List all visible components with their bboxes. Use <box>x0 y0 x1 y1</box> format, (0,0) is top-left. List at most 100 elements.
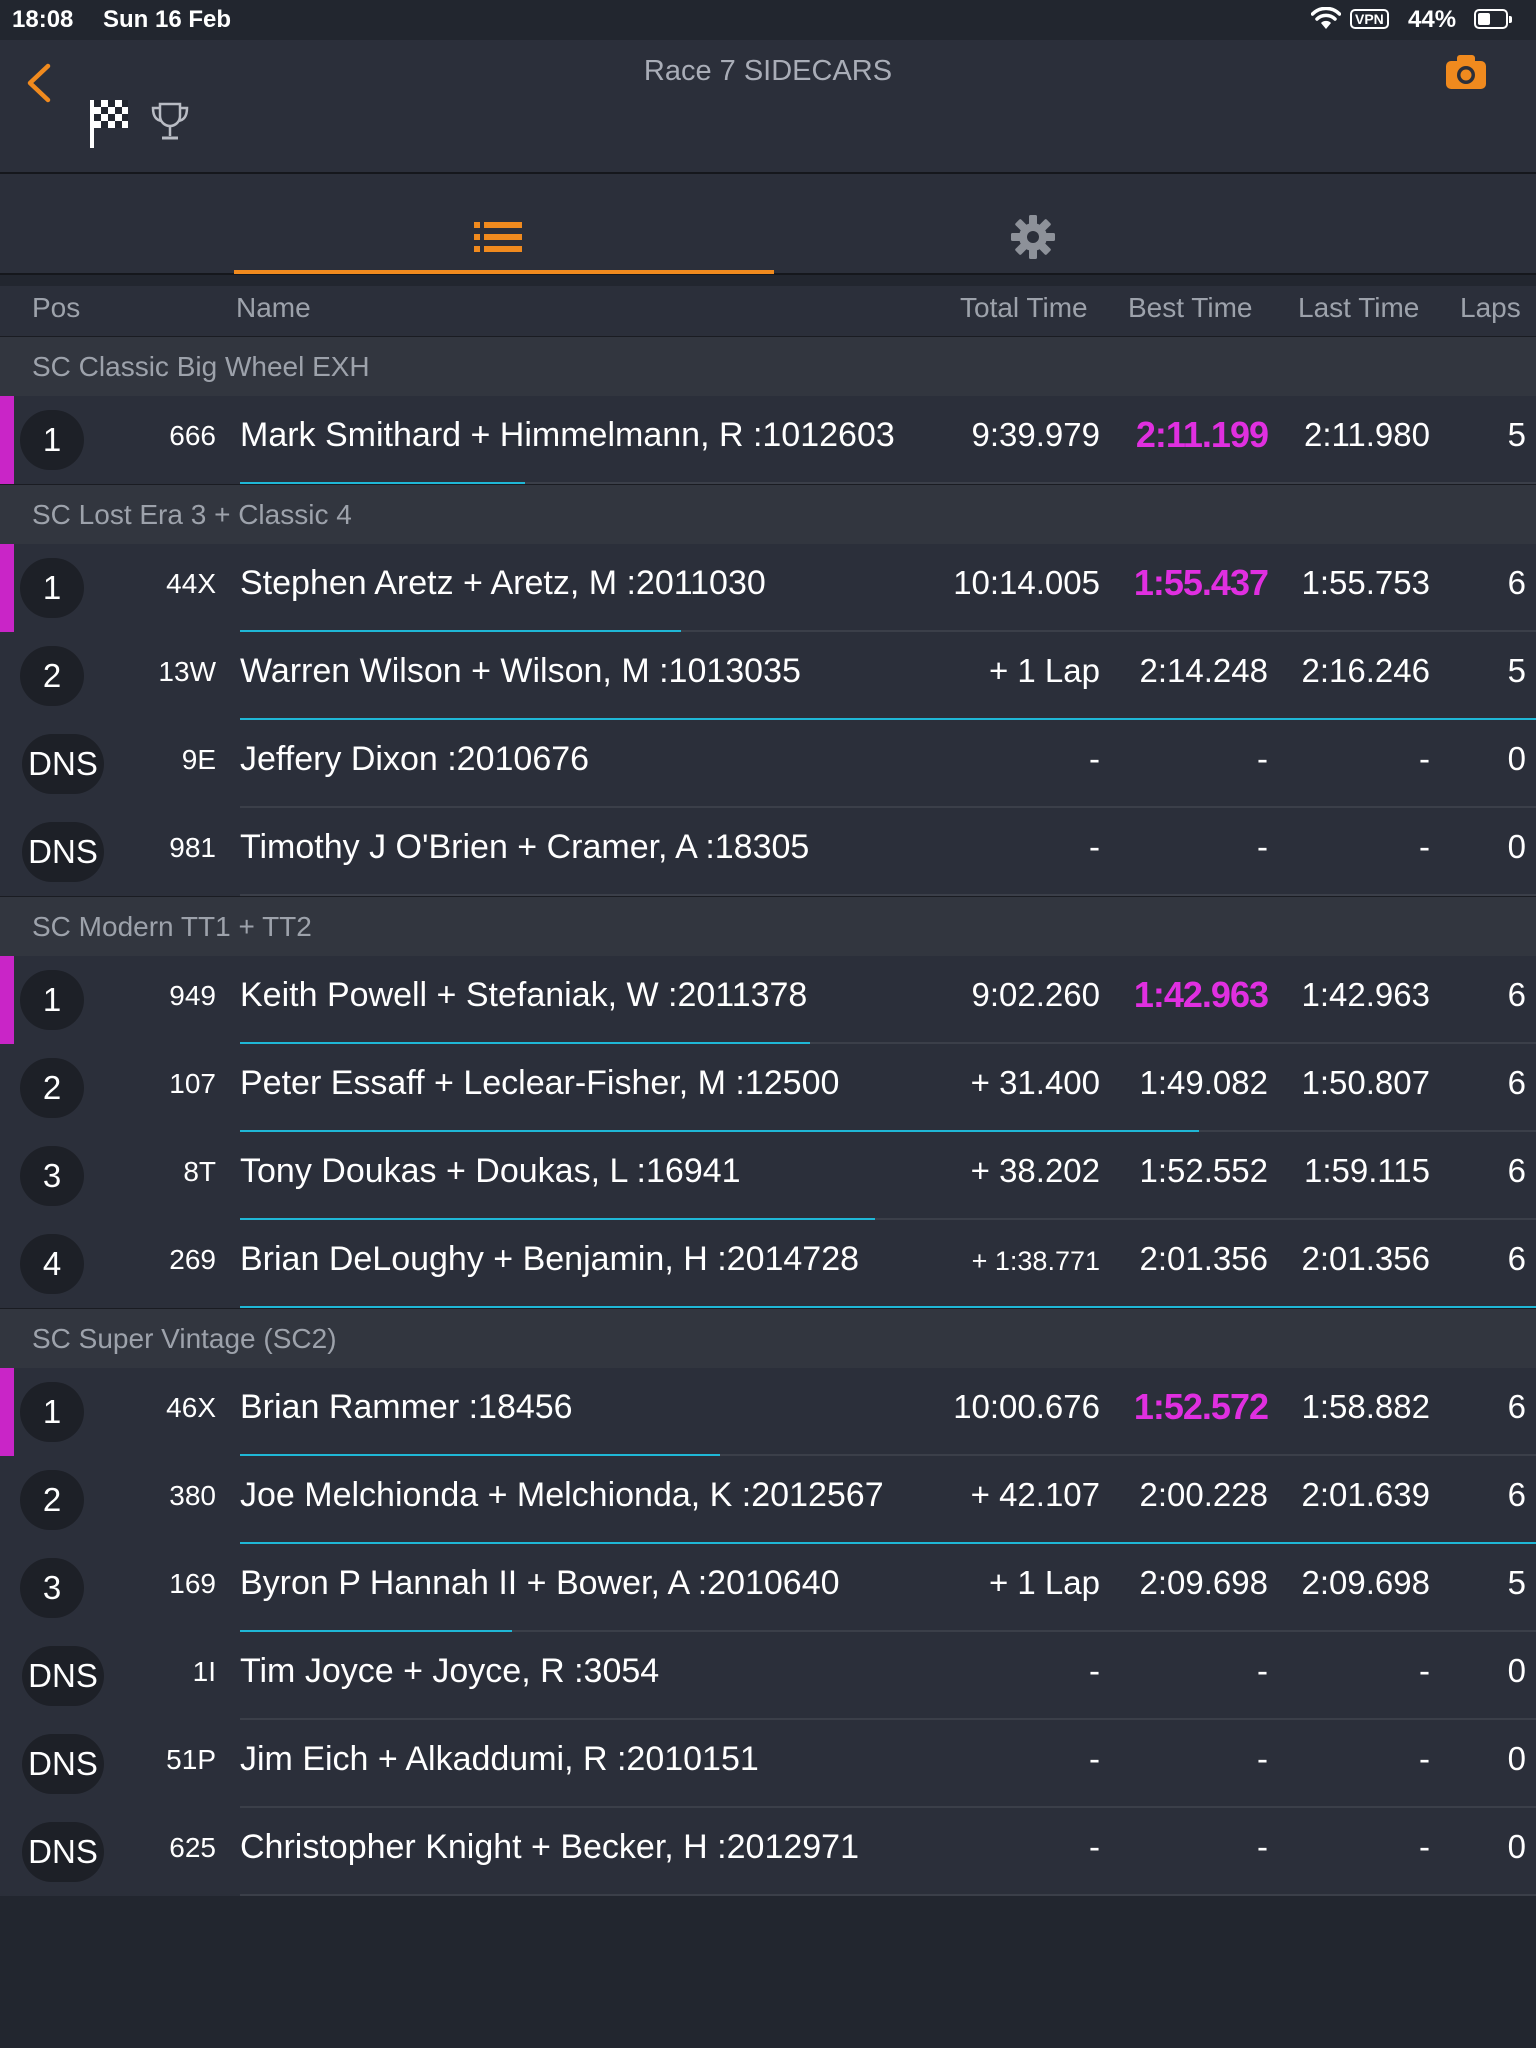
position-badge: DNS <box>22 822 104 882</box>
lap-progress-bar <box>240 1306 1536 1308</box>
trophy-button[interactable] <box>150 100 190 149</box>
last-time: - <box>1419 1652 1430 1689</box>
column-laps[interactable]: Laps <box>1460 292 1521 324</box>
header: Race 7 SIDECARS <box>0 40 1536 174</box>
total-time: 10:14.005 <box>953 564 1100 601</box>
class-leader-marker <box>0 396 14 484</box>
last-time: 2:11.980 <box>1303 416 1430 453</box>
column-name[interactable]: Name <box>236 292 311 324</box>
best-time: - <box>1257 1740 1268 1777</box>
last-time: 1:55.753 <box>1301 564 1430 601</box>
laps-count: 0 <box>1507 1740 1526 1777</box>
laps-count: 6 <box>1507 1388 1526 1425</box>
total-time: - <box>1089 1652 1100 1689</box>
status-date: Sun 16 Feb <box>103 6 232 33</box>
column-best-time[interactable]: Best Time <box>1128 292 1252 324</box>
position-badge: 2 <box>20 1058 84 1118</box>
race-number: 169 <box>169 1568 216 1599</box>
table-row[interactable]: 1 44X Stephen Aretz + Aretz, M :2011030 10:… <box>0 544 1536 632</box>
position-badge: 4 <box>20 1234 84 1294</box>
total-time: + 1 Lap <box>988 652 1100 689</box>
total-time: - <box>1089 828 1100 865</box>
table-row[interactable]: 1 949 Keith Powell + Stefaniak, W :2011378… <box>0 956 1536 1044</box>
last-time: 1:42.963 <box>1301 976 1430 1013</box>
table-row[interactable]: DNS 981 Timothy J O'Brien + Cramer, A :183… <box>0 808 1536 896</box>
tab-settings[interactable] <box>774 174 1314 274</box>
race-number: 46X <box>166 1392 216 1423</box>
status-bar: 18:08 Sun 16 Feb VPN 44% <box>0 0 1536 40</box>
rider-name: Timothy J O'Brien + Cramer, A :18305 <box>240 828 810 866</box>
table-row[interactable]: 1 666 Mark Smithard + Himmelmann, R :10126… <box>0 396 1536 484</box>
last-time: - <box>1419 1740 1430 1777</box>
table-row[interactable]: DNS 9E Jeffery Dixon :2010676 - - - 0 <box>0 720 1536 808</box>
laps-count: 0 <box>1507 740 1526 777</box>
rider-name: Joe Melchionda + Melchionda, K :2012567 <box>240 1476 884 1514</box>
table-row[interactable]: 4 269 Brian DeLoughy + Benjamin, H :201472… <box>0 1220 1536 1308</box>
battery-percent: 44% <box>1408 6 1457 33</box>
column-last-time[interactable]: Last Time <box>1298 292 1419 324</box>
wifi-icon <box>1310 6 1342 36</box>
column-pos[interactable]: Pos <box>32 292 80 324</box>
best-time: - <box>1257 1828 1268 1865</box>
best-time: - <box>1257 828 1268 865</box>
race-number: 1I <box>192 1656 216 1687</box>
laps-count: 6 <box>1507 1064 1526 1101</box>
position-badge: DNS <box>22 1822 104 1882</box>
last-time: - <box>1419 740 1430 777</box>
class-header: SC Classic Big Wheel EXH <box>0 336 1536 396</box>
best-time: 2:00.228 <box>1139 1476 1268 1513</box>
best-time: 1:52.572 <box>1133 1386 1269 1427</box>
race-number: 107 <box>169 1068 216 1099</box>
position-badge: DNS <box>22 1734 104 1794</box>
laps-count: 5 <box>1507 416 1526 453</box>
table-row[interactable]: DNS 1I Tim Joyce + Joyce, R :3054 - - - 0 <box>0 1632 1536 1720</box>
camera-button[interactable] <box>1444 53 1488 96</box>
laps-count: 6 <box>1507 1476 1526 1513</box>
battery-icon <box>1474 9 1512 29</box>
rider-name: Jeffery Dixon :2010676 <box>240 740 590 778</box>
checkered-flag-button[interactable] <box>86 96 132 155</box>
position-badge: 2 <box>20 646 84 706</box>
total-time: + 1 Lap <box>988 1564 1100 1601</box>
table-row[interactable]: 3 8T Tony Doukas + Doukas, L :16941 + 38.20… <box>0 1132 1536 1220</box>
race-number: 8T <box>183 1156 216 1187</box>
total-time: + 38.202 <box>970 1152 1100 1189</box>
table-row[interactable]: 2 380 Joe Melchionda + Melchionda, K :2012… <box>0 1456 1536 1544</box>
table-row[interactable]: 2 107 Peter Essaff + Leclear-Fisher, M :12… <box>0 1044 1536 1132</box>
laps-count: 6 <box>1507 1240 1526 1277</box>
rider-name: Tim Joyce + Joyce, R :3054 <box>240 1652 660 1690</box>
race-number: 9E <box>181 744 216 775</box>
race-number: 625 <box>169 1832 216 1863</box>
table-row[interactable]: 3 169 Byron P Hannah II + Bower, A :201064… <box>0 1544 1536 1632</box>
best-time: - <box>1257 740 1268 777</box>
total-time: 9:39.979 <box>971 416 1100 453</box>
table-row[interactable]: 2 13W Warren Wilson + Wilson, M :1013035 + … <box>0 632 1536 720</box>
best-time: 1:52.552 <box>1139 1152 1268 1189</box>
class-header: SC Modern TT1 + TT2 <box>0 896 1536 956</box>
page-title: Race 7 SIDECARS <box>643 55 893 87</box>
laps-count: 5 <box>1507 652 1526 689</box>
table-row[interactable]: 1 46X Brian Rammer :18456 10:00.676 1:52.572… <box>0 1368 1536 1456</box>
column-total-time[interactable]: Total Time <box>960 292 1088 324</box>
status-time: 18:08 <box>12 6 74 33</box>
tab-results-list[interactable] <box>234 174 774 274</box>
rider-name: Keith Powell + Stefaniak, W :2011378 <box>240 976 808 1014</box>
last-time: 2:01.356 <box>1301 1240 1430 1277</box>
position-badge: 1 <box>20 1382 84 1442</box>
last-time: 2:16.246 <box>1301 652 1430 689</box>
table-row[interactable]: DNS 625 Christopher Knight + Becker, H :20… <box>0 1808 1536 1896</box>
rider-name: Jim Eich + Alkaddumi, R :2010151 <box>240 1740 759 1778</box>
total-time: - <box>1089 1740 1100 1777</box>
last-time: 2:09.698 <box>1301 1564 1430 1601</box>
laps-count: 6 <box>1507 976 1526 1013</box>
best-time: 1:55.437 <box>1133 562 1269 603</box>
gear-icon <box>1010 214 1056 265</box>
position-badge: 3 <box>20 1558 84 1618</box>
laps-count: 6 <box>1507 1152 1526 1189</box>
last-time: 1:58.882 <box>1301 1388 1430 1425</box>
last-time: 2:01.639 <box>1301 1476 1430 1513</box>
position-badge: DNS <box>22 734 104 794</box>
race-number: 269 <box>169 1244 216 1275</box>
table-row[interactable]: DNS 51P Jim Eich + Alkaddumi, R :2010151 - -… <box>0 1720 1536 1808</box>
rider-name: Mark Smithard + Himmelmann, R :1012603 <box>240 416 895 454</box>
